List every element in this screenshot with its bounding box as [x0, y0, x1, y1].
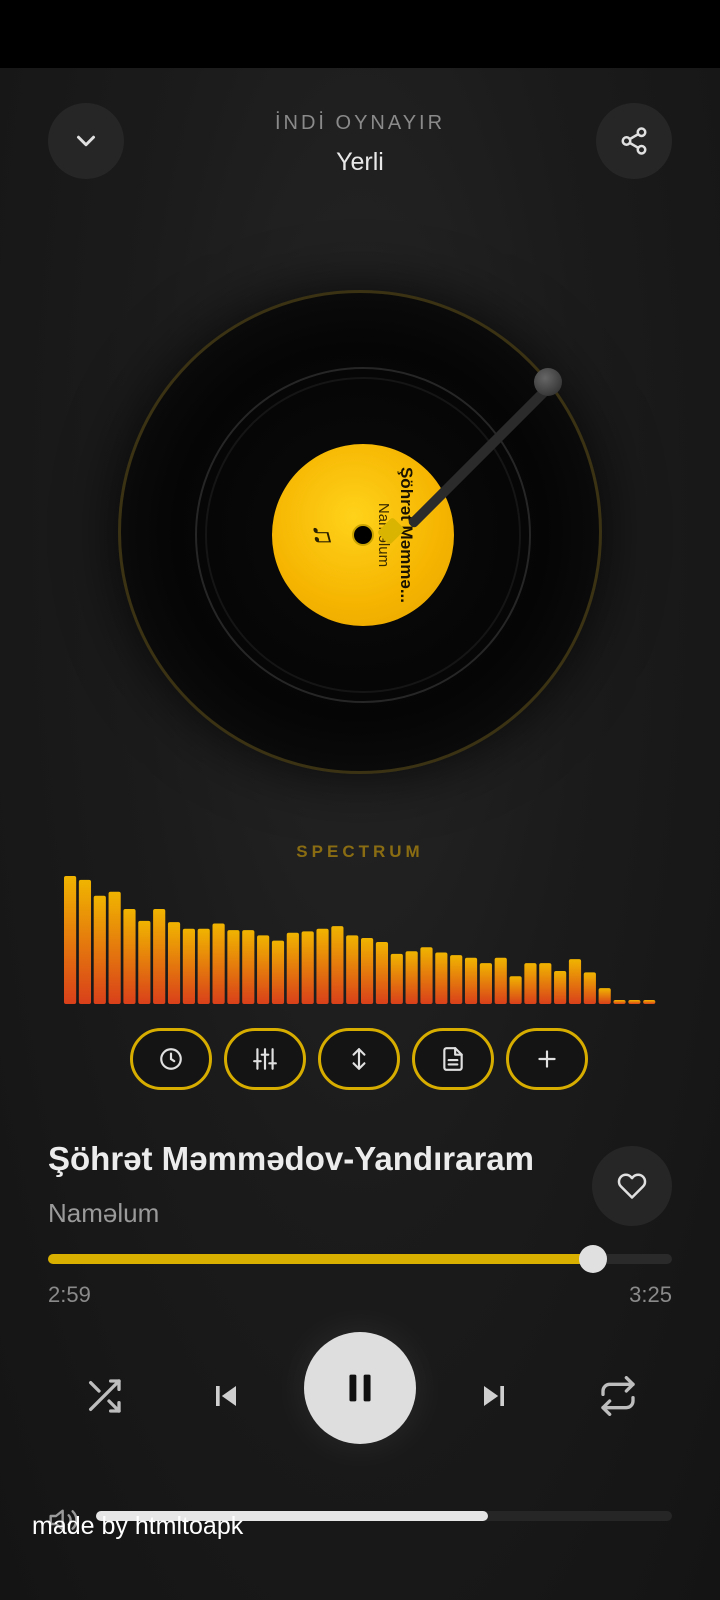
track-artist: Naməlum [48, 1198, 160, 1228]
next-button[interactable] [464, 1366, 524, 1426]
sliders-icon [253, 1048, 277, 1070]
spectrum-bar [524, 963, 537, 1004]
like-button[interactable] [592, 1146, 672, 1226]
spectrum-bar [464, 957, 478, 1004]
tonearm-pivot [534, 368, 562, 396]
spectrum-bar [361, 938, 374, 1004]
skip-next-icon [484, 1386, 504, 1406]
elapsed-time: 2:59 [48, 1282, 91, 1307]
spectrum-bar [405, 951, 418, 1004]
spectrum-bar [316, 928, 329, 1004]
shuffle-icon [89, 1379, 121, 1413]
arrows-up-down-icon [352, 1048, 366, 1070]
track-title: Şöhrət Məmmədov-Yandıraram [48, 1140, 534, 1177]
pause-button[interactable] [304, 1332, 416, 1444]
spectrum-bar [78, 879, 92, 1004]
spectrum-bar [301, 931, 314, 1004]
spectrum-bar [539, 963, 552, 1004]
sort-button[interactable] [318, 1028, 400, 1090]
spectrum-bar [390, 953, 403, 1004]
spectrum-title: SPECTRUM [296, 842, 424, 861]
shuffle-button[interactable] [74, 1366, 134, 1426]
spectrum-bar [123, 908, 136, 1004]
document-icon [443, 1047, 463, 1071]
spectrum-bar [64, 875, 77, 1004]
spectrum-bar [227, 930, 240, 1004]
spectrum-bar [598, 988, 611, 1004]
music-player: İNDİ OYNAYIR Yerli Şöhrət Məmmə... Naməl… [0, 68, 720, 1600]
spectrum-bar [435, 952, 448, 1004]
spectrum-bar [554, 971, 567, 1004]
spectrum-bar [212, 923, 225, 1004]
seek-bar-fill [48, 1254, 594, 1264]
seek-bar[interactable] [48, 1245, 672, 1273]
total-time: 3:25 [629, 1282, 672, 1307]
spectrum-bar [257, 935, 270, 1004]
repeat-button[interactable] [588, 1366, 648, 1426]
spectrum-bar [375, 941, 389, 1004]
clock-icon [160, 1048, 182, 1070]
seek-bar-thumb[interactable] [579, 1245, 608, 1273]
watermark: made by htmltoapk [32, 1512, 244, 1540]
equalizer-button[interactable] [224, 1028, 306, 1090]
spectrum-bar [108, 891, 121, 1004]
repeat-icon [601, 1376, 635, 1416]
share-button[interactable] [596, 103, 672, 179]
pause-icon [349, 1374, 371, 1402]
vinyl-disc: Şöhrət Məmmə... Naməlum ♫ [118, 290, 602, 774]
spectrum-bar [182, 928, 195, 1004]
spectrum-bar [450, 955, 463, 1004]
previous-button[interactable] [196, 1366, 256, 1426]
vinyl-spindle [352, 524, 374, 546]
plus-icon [538, 1050, 556, 1068]
music-note-icon: ♫ [307, 523, 340, 547]
spectrum-bar [197, 928, 210, 1004]
spectrum-bar [494, 957, 507, 1004]
skip-previous-icon [216, 1386, 236, 1406]
tool-buttons [130, 1028, 590, 1090]
spectrum-bar [509, 976, 522, 1004]
spectrum-bar [613, 1000, 626, 1004]
spectrum-bar [346, 935, 359, 1004]
spectrum-bar [167, 922, 181, 1004]
heart-icon [617, 1173, 647, 1199]
spectrum-bar [271, 940, 285, 1004]
lyrics-button[interactable] [412, 1028, 494, 1090]
spectrum-bar [138, 920, 151, 1004]
vinyl-label: Şöhrət Məmmə... Naməlum ♫ [272, 444, 454, 626]
spectrum-bar [643, 1000, 656, 1004]
sleep-timer-button[interactable] [130, 1028, 212, 1090]
spectrum-bar [420, 947, 433, 1004]
spectrum-bar [153, 908, 166, 1004]
vinyl-record: Şöhrət Məmmə... Naməlum ♫ [118, 290, 602, 774]
spectrum-bar [583, 972, 596, 1004]
spectrum-visualizer [64, 875, 656, 1004]
spectrum-bar [628, 1000, 641, 1004]
spectrum-bar [568, 959, 582, 1004]
spectrum-bar [286, 932, 299, 1004]
spectrum-bar [242, 930, 255, 1004]
spectrum-bar [331, 926, 344, 1004]
spectrum-bar [93, 895, 106, 1004]
add-to-playlist-button[interactable] [506, 1028, 588, 1090]
spectrum-bar [479, 963, 492, 1004]
status-bar [0, 0, 720, 68]
share-icon [621, 127, 647, 155]
